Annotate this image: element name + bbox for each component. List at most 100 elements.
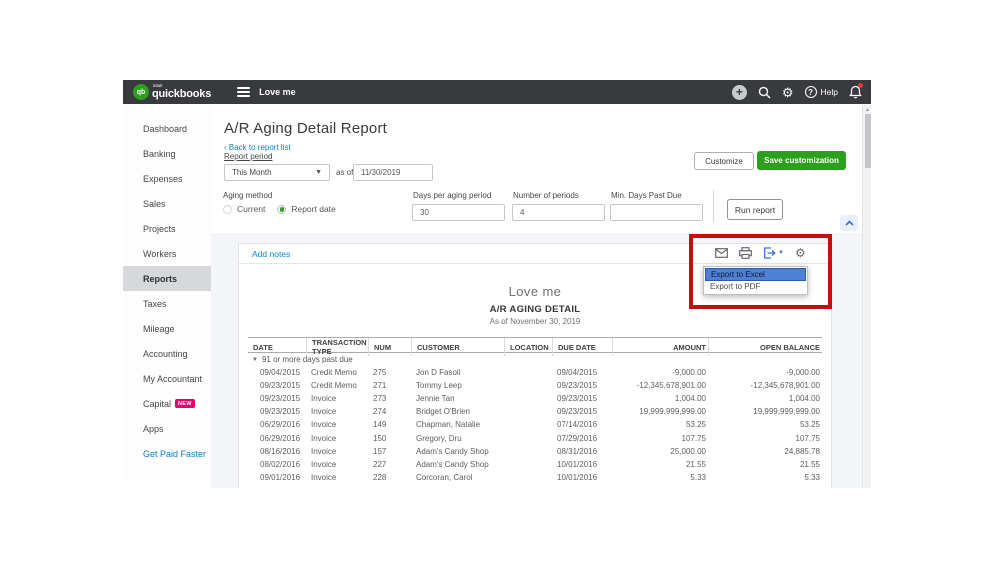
table-cell: 09/23/2015 (552, 405, 612, 418)
sidebar-item-workers[interactable]: Workers (123, 241, 211, 266)
email-button[interactable] (715, 248, 728, 258)
as-of-date-value: 11/30/2019 (361, 168, 400, 177)
sidebar-item-taxes[interactable]: Taxes (123, 291, 211, 316)
printer-icon (739, 247, 752, 259)
radio-current-label[interactable]: Current (237, 204, 265, 214)
help-button[interactable]: ? Help (805, 86, 838, 98)
quickbooks-logo[interactable]: qb intuit quickbooks (133, 84, 211, 100)
sidebar-item-sales[interactable]: Sales (123, 191, 211, 216)
report-period-select[interactable]: This Month ▼ (224, 164, 330, 181)
quickbooks-logo-icon: qb (133, 84, 149, 100)
table-cell (504, 445, 552, 458)
table-row[interactable]: 09/23/2015Credit Memo271Tommy Leep09/23/… (248, 379, 822, 392)
column-header-transaction-type[interactable]: TRANSACTION TYPE (306, 338, 368, 356)
table-cell: Invoice (306, 471, 368, 484)
aging-method-label: Aging method (223, 191, 272, 200)
notifications-button[interactable] (849, 85, 862, 99)
print-button[interactable] (739, 247, 752, 259)
table-cell: 5.33 (612, 471, 708, 484)
table-cell: Bridget O'Brien (411, 405, 504, 418)
table-cell: Credit Memo (306, 379, 368, 392)
number-of-periods-field[interactable]: 4 (512, 204, 605, 221)
column-header-date[interactable]: DATE (248, 338, 306, 356)
top-navigation-bar: qb intuit quickbooks Love me + ⚙ ? Help (123, 80, 871, 104)
page-title: A/R Aging Detail Report (224, 120, 387, 137)
sidebar-item-label: Sales (143, 199, 166, 209)
sidebar-item-banking[interactable]: Banking (123, 141, 211, 166)
sidebar-nav: Dashboard Banking Expenses Sales ProjectsWor… (123, 116, 211, 466)
column-header-open-balance[interactable]: OPEN BALANCE (708, 338, 822, 356)
table-row[interactable]: 08/02/2016Invoice227Adam's Candy Shop10/… (248, 458, 822, 471)
table-cell (504, 458, 552, 471)
quickbooks-app-window: qb intuit quickbooks Love me + ⚙ ? Help (123, 80, 871, 488)
export-button[interactable]: ▼ (763, 247, 784, 259)
table-cell: 107.75 (708, 431, 822, 444)
column-header-location[interactable]: LOCATION (504, 338, 552, 356)
table-cell: Gregory, Dru (411, 431, 504, 444)
column-header-amount[interactable]: AMOUNT (612, 338, 708, 356)
sidebar-item-projects[interactable]: Projects (123, 216, 211, 241)
number-of-periods-value: 4 (520, 208, 524, 217)
vertical-scrollbar[interactable]: ▲ (862, 105, 871, 488)
radio-current[interactable] (223, 205, 232, 214)
table-cell: 5.33 (708, 471, 822, 484)
search-button[interactable] (758, 86, 771, 99)
quickbooks-label: quickbooks (152, 89, 211, 100)
radio-report-date-label[interactable]: Report date (291, 204, 335, 214)
table-cell: Corcoran, Carol (411, 471, 504, 484)
table-settings-button[interactable]: ⚙ (795, 247, 806, 259)
sidebar-item-accounting[interactable]: Accounting (123, 341, 211, 366)
table-row[interactable]: 09/01/2016Invoice228Corcoran, Carol10/01… (248, 471, 822, 484)
hamburger-menu-icon[interactable] (237, 85, 250, 99)
days-per-period-field[interactable]: 30 (412, 204, 505, 221)
table-cell: Invoice (306, 418, 368, 431)
radio-report-date[interactable] (277, 205, 286, 214)
create-plus-button[interactable]: + (732, 85, 747, 100)
table-row[interactable]: 09/04/2015Credit Memo275Jon D Fasoli09/0… (248, 366, 822, 379)
sidebar-item-my-accountant[interactable]: My Accountant (123, 366, 211, 391)
table-cell: 07/29/2016 (552, 431, 612, 444)
scroll-up-arrow-icon[interactable]: ▲ (864, 107, 871, 113)
menu-item-export-to-pdf[interactable]: Export to PDF (705, 281, 806, 294)
collapse-panel-button[interactable] (840, 215, 858, 231)
settings-button[interactable]: ⚙ (782, 86, 794, 99)
table-row[interactable]: 06/29/2016Invoice149Chapman, Natalie07/1… (248, 418, 822, 431)
min-days-past-due-field[interactable] (610, 204, 703, 221)
sidebar-item-expenses[interactable]: Expenses (123, 166, 211, 191)
table-row[interactable]: 09/23/2015Invoice273Jennie Tan09/23/2015… (248, 392, 822, 405)
as-of-date-field[interactable]: 11/30/2019 (353, 164, 433, 181)
table-cell: 24,885.78 (708, 445, 822, 458)
sidebar-item-get-paid-faster[interactable]: Get Paid Faster (123, 441, 211, 466)
report-subtitle: As of November 30, 2019 (239, 317, 831, 326)
sidebar-item-mileage[interactable]: Mileage (123, 316, 211, 341)
table-cell (504, 366, 552, 379)
menu-item-export-to-excel[interactable]: Export to Excel (705, 268, 806, 281)
sidebar-item-reports[interactable]: Reports (123, 266, 211, 291)
table-cell: 21.55 (708, 458, 822, 471)
sidebar-item-apps[interactable]: Apps (123, 416, 211, 441)
save-customization-button[interactable]: Save customization (757, 151, 846, 170)
table-cell: Adam's Candy Shop (411, 445, 504, 458)
sidebar-item-capital[interactable]: CapitalNEW (123, 391, 211, 416)
scrollbar-thumb[interactable] (865, 114, 871, 168)
table-cell: Chapman, Natalie (411, 418, 504, 431)
company-name: Love me (259, 87, 296, 97)
column-header-num[interactable]: NUM (368, 338, 411, 356)
back-to-report-list-link[interactable]: ‹ Back to report list (224, 143, 291, 152)
sidebar-item-dashboard[interactable]: Dashboard (123, 116, 211, 141)
sidebar-item-label: My Accountant (143, 374, 202, 384)
table-cell: 08/02/2016 (248, 458, 306, 471)
sidebar-item-label: Banking (143, 149, 176, 159)
customize-button[interactable]: Customize (694, 152, 754, 170)
table-cell: 09/23/2015 (248, 392, 306, 405)
column-header-due-date[interactable]: DUE DATE (552, 338, 612, 356)
add-notes-link[interactable]: Add notes (252, 249, 290, 259)
chevron-up-icon (845, 220, 854, 226)
column-header-customer[interactable]: CUSTOMER (411, 338, 504, 356)
gear-icon: ⚙ (795, 246, 806, 260)
table-row[interactable]: 08/16/2016Invoice157Adam's Candy Shop08/… (248, 445, 822, 458)
table-cell: Adam's Candy Shop (411, 458, 504, 471)
table-row[interactable]: 06/29/2016Invoice150Gregory, Dru07/29/20… (248, 431, 822, 444)
table-row[interactable]: 09/23/2015Invoice274Bridget O'Brien09/23… (248, 405, 822, 418)
run-report-button[interactable]: Run report (727, 199, 783, 220)
